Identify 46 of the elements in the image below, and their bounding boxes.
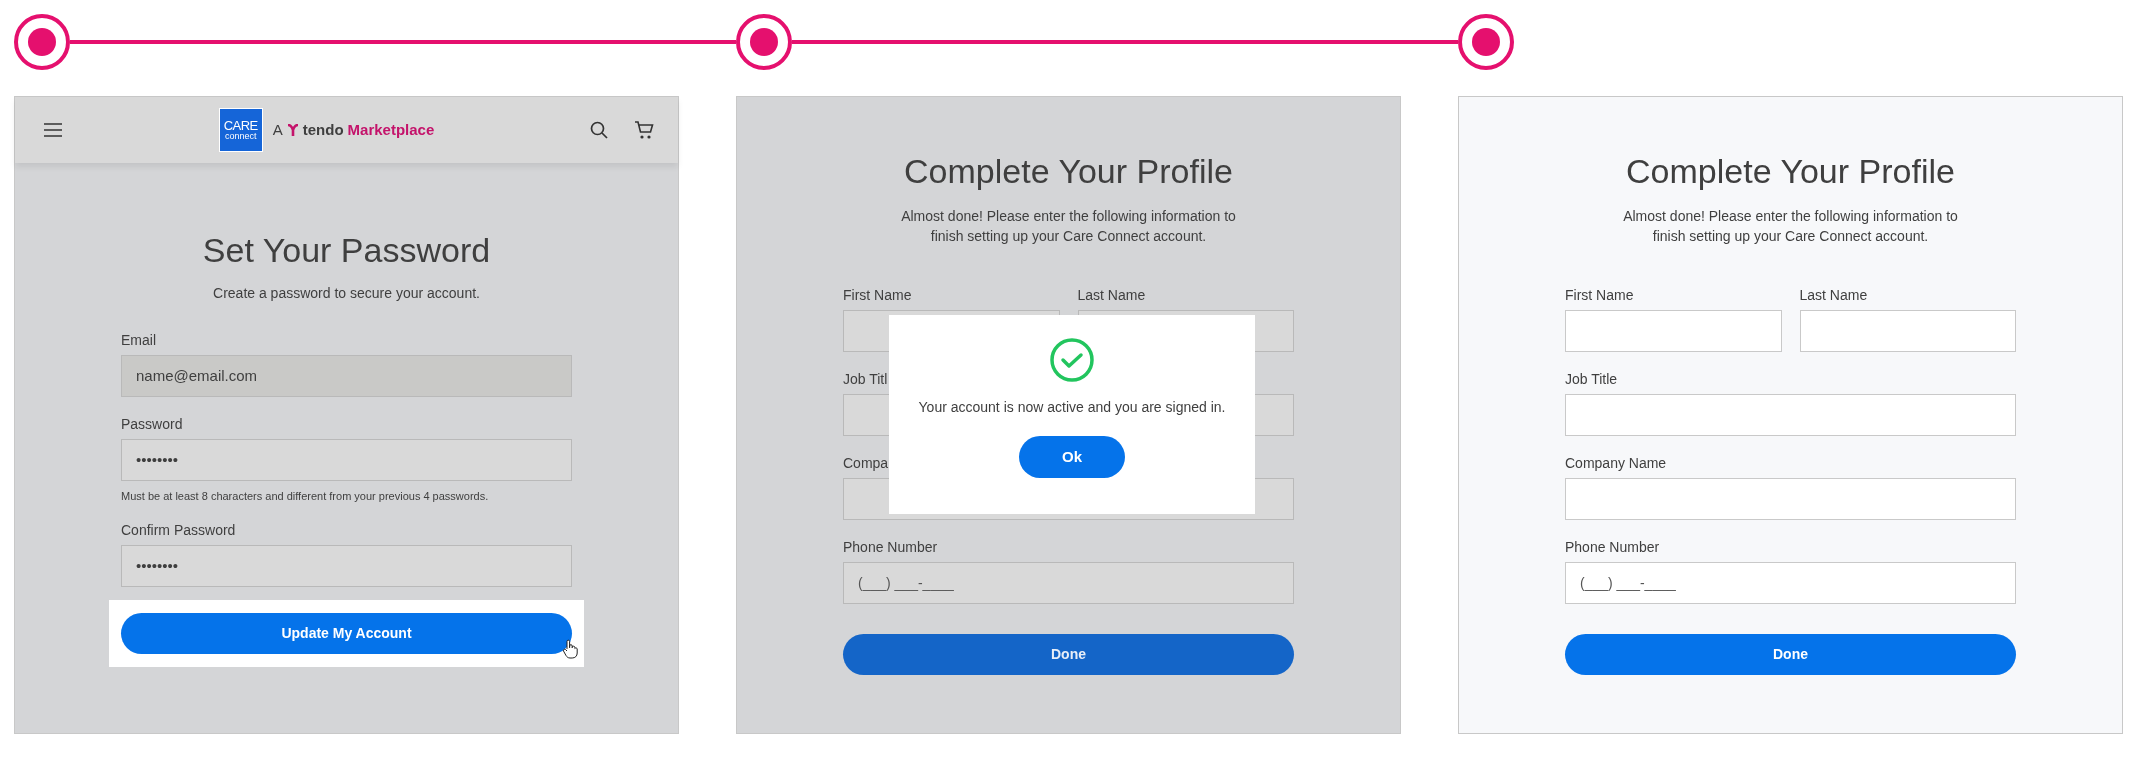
brand-name: tendo [302,119,344,140]
menu-icon[interactable] [43,122,63,138]
input-field[interactable]: (___) ___-____ [843,562,1294,604]
ok-button[interactable]: Ok [1019,436,1125,478]
input-field[interactable] [1799,310,2016,352]
input-field[interactable] [1565,394,2016,436]
page-title: Complete Your Profile [1625,151,1956,192]
logo: CARE connect [218,108,263,152]
product-name: Marketplace [347,119,435,140]
page-subtitle: Almost done! Please enter the following information to finish setting up your Care Connect account. [900,207,1237,246]
step-marker [14,14,70,70]
page-title: Complete Your Profile [903,151,1234,192]
hand-cursor-icon [562,639,578,659]
cart-icon[interactable] [634,120,654,140]
step-marker [736,14,792,70]
field-label: Phone Number [1565,538,1660,556]
field-hint: Must be at least 8 characters and different from your previous 4 passwords. [121,489,490,503]
dialog-message: Your account is now active and you are signed in. [918,398,1226,417]
field-label: First Name [843,286,912,304]
step-marker [1458,14,1514,70]
field-label: Phone Number [843,538,938,556]
field-label: Password [121,415,183,433]
brand-mark-icon [286,124,299,136]
field-label: Last Name [1077,286,1146,304]
input-field[interactable]: (___) ___-____ [1565,562,2016,604]
field-label: Compa [843,454,889,472]
page-subtitle: Create a password to secure your account. [212,284,481,303]
input-field[interactable] [1565,478,2016,520]
check-circle-icon [1049,337,1095,383]
input-field[interactable] [1565,310,1782,352]
field-label: Job Titl [843,370,888,388]
submit-button[interactable]: Update My Account [121,613,572,654]
page-subtitle: Almost done! Please enter the following information to finish setting up your Care Connect account. [1622,207,1959,246]
brand-prefix: A [272,119,283,140]
input-field[interactable]: •••••••• [121,545,572,587]
page-title: Set Your Password [201,230,492,271]
field-label: Confirm Password [121,521,236,539]
search-icon[interactable] [590,121,608,139]
submit-button[interactable]: Done [843,634,1294,675]
submit-button[interactable]: Done [1565,634,2016,675]
field-label: Last Name [1799,286,1868,304]
input-field[interactable]: •••••••• [121,439,572,481]
field-label: Email [121,331,156,349]
field-label: Company Name [1565,454,1667,472]
field-label: First Name [1565,286,1634,304]
field-label: Job Title [1565,370,1618,388]
